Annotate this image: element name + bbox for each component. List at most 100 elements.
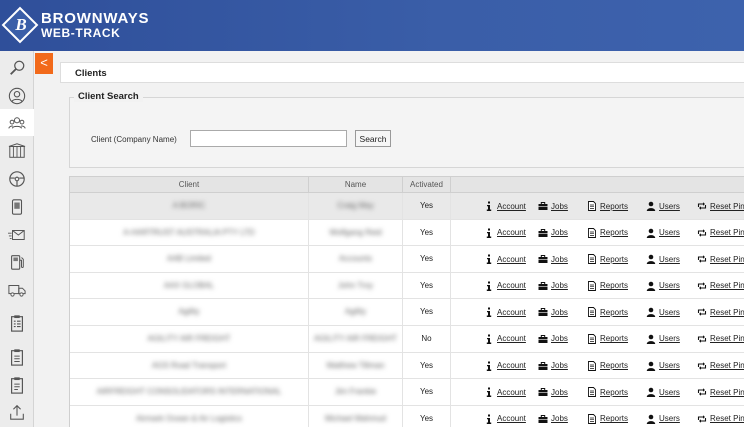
users-link[interactable]: Users <box>659 281 680 290</box>
reports-action[interactable]: Reports <box>587 246 628 272</box>
jobs-link[interactable]: Jobs <box>551 255 568 264</box>
account-action[interactable]: Account <box>484 353 526 379</box>
client-name-input[interactable] <box>190 130 347 147</box>
jobs-action[interactable]: Jobs <box>538 379 568 405</box>
reset-link[interactable]: Reset Pin <box>710 414 744 423</box>
users-action[interactable]: Users <box>646 379 680 405</box>
jobs-link[interactable]: Jobs <box>551 334 568 343</box>
jobs-action[interactable]: Jobs <box>538 220 568 246</box>
reset-action[interactable]: Reset Pin <box>697 193 744 219</box>
users-action[interactable]: Users <box>646 299 680 325</box>
jobs-link[interactable]: Jobs <box>551 388 568 397</box>
users-action[interactable]: Users <box>646 193 680 219</box>
users-link[interactable]: Users <box>659 361 680 370</box>
sidebar-item-clients[interactable] <box>0 109 34 136</box>
table-row[interactable]: AIRFREIGHT CONSOLIDATORS INTERNATIONAL Ji… <box>70 379 744 406</box>
reports-link[interactable]: Reports <box>600 228 628 237</box>
users-link[interactable]: Users <box>659 414 680 423</box>
reset-action[interactable]: Reset Pin <box>697 246 744 272</box>
column-header-client[interactable]: Client <box>70 177 309 193</box>
reset-link[interactable]: Reset Pin <box>710 361 744 370</box>
account-link[interactable]: Account <box>497 281 526 290</box>
reset-link[interactable]: Reset Pin <box>710 308 744 317</box>
users-action[interactable]: Users <box>646 273 680 299</box>
reports-action[interactable]: Reports <box>587 220 628 246</box>
reports-action[interactable]: Reports <box>587 299 628 325</box>
reset-action[interactable]: Reset Pin <box>697 406 744 427</box>
reports-link[interactable]: Reports <box>600 414 628 423</box>
reset-link[interactable]: Reset Pin <box>710 202 744 211</box>
reports-link[interactable]: Reports <box>600 308 628 317</box>
reset-link[interactable]: Reset Pin <box>710 228 744 237</box>
reports-link[interactable]: Reports <box>600 388 628 397</box>
reports-link[interactable]: Reports <box>600 281 628 290</box>
sidebar-item-fuel[interactable] <box>0 248 34 275</box>
jobs-action[interactable]: Jobs <box>538 326 568 352</box>
account-action[interactable]: Account <box>484 273 526 299</box>
account-link[interactable]: Account <box>497 308 526 317</box>
reset-link[interactable]: Reset Pin <box>710 388 744 397</box>
table-row[interactable]: Airmark Ocean & Air Logistics Michael Mah… <box>70 405 744 427</box>
reset-action[interactable]: Reset Pin <box>697 299 744 325</box>
sidebar-item-drivers[interactable] <box>0 165 34 192</box>
jobs-action[interactable]: Jobs <box>538 193 568 219</box>
search-button[interactable]: Search <box>355 130 391 147</box>
sidebar-item-documents[interactable] <box>0 371 34 398</box>
users-link[interactable]: Users <box>659 255 680 264</box>
sidebar-collapse-button[interactable]: < <box>35 53 53 74</box>
jobs-link[interactable]: Jobs <box>551 202 568 211</box>
jobs-link[interactable]: Jobs <box>551 308 568 317</box>
account-link[interactable]: Account <box>497 202 526 211</box>
account-action[interactable]: Account <box>484 379 526 405</box>
reset-action[interactable]: Reset Pin <box>697 220 744 246</box>
users-link[interactable]: Users <box>659 308 680 317</box>
account-action[interactable]: Account <box>484 406 526 427</box>
table-row[interactable]: A BORIC Craig May Yes Account Jobs Reports Use… <box>70 193 744 220</box>
jobs-action[interactable]: Jobs <box>538 353 568 379</box>
users-action[interactable]: Users <box>646 406 680 427</box>
reset-link[interactable]: Reset Pin <box>710 334 744 343</box>
jobs-link[interactable]: Jobs <box>551 361 568 370</box>
jobs-action[interactable]: Jobs <box>538 299 568 325</box>
account-action[interactable]: Account <box>484 246 526 272</box>
reports-action[interactable]: Reports <box>587 273 628 299</box>
reports-action[interactable]: Reports <box>587 326 628 352</box>
users-link[interactable]: Users <box>659 334 680 343</box>
reports-action[interactable]: Reports <box>587 406 628 427</box>
account-link[interactable]: Account <box>497 414 526 423</box>
account-link[interactable]: Account <box>497 361 526 370</box>
users-action[interactable]: Users <box>646 326 680 352</box>
table-row[interactable]: AGS Road Transport Matthew Tillman Yes Acco… <box>70 352 744 380</box>
table-row[interactable]: AGILITY AIR FREIGHT AGILITY AIR FREIGHT No… <box>70 325 744 353</box>
reset-action[interactable]: Reset Pin <box>697 379 744 405</box>
table-row[interactable]: Agility Agility Yes Account Jobs Reports Users… <box>70 299 744 326</box>
account-action[interactable]: Account <box>484 193 526 219</box>
reports-link[interactable]: Reports <box>600 202 628 211</box>
column-header-name[interactable]: Name <box>309 177 403 193</box>
account-link[interactable]: Account <box>497 255 526 264</box>
table-row[interactable]: A-HARTRUST AUSTRALIA PTY LTD Wolfgang Rei… <box>70 219 744 247</box>
reset-action[interactable]: Reset Pin <box>697 353 744 379</box>
jobs-action[interactable]: Jobs <box>538 246 568 272</box>
account-link[interactable]: Account <box>497 334 526 343</box>
reports-action[interactable]: Reports <box>587 353 628 379</box>
sidebar-item-manifests[interactable] <box>0 309 34 336</box>
table-row[interactable]: AAX GLOBAL John Troy Yes Account Jobs Reports… <box>70 272 744 300</box>
account-link[interactable]: Account <box>497 388 526 397</box>
jobs-link[interactable]: Jobs <box>551 281 568 290</box>
reset-link[interactable]: Reset Pin <box>710 281 744 290</box>
reports-action[interactable]: Reports <box>587 379 628 405</box>
sidebar-item-devices[interactable] <box>0 193 34 220</box>
sidebar-item-vehicles[interactable] <box>0 276 34 303</box>
users-action[interactable]: Users <box>646 220 680 246</box>
column-header-activated[interactable]: Activated <box>403 177 451 193</box>
table-row[interactable]: AAB Limited Accounts Yes Account Jobs Reports… <box>70 246 744 273</box>
reports-link[interactable]: Reports <box>600 334 628 343</box>
users-link[interactable]: Users <box>659 228 680 237</box>
users-link[interactable]: Users <box>659 202 680 211</box>
reports-link[interactable]: Reports <box>600 255 628 264</box>
reset-link[interactable]: Reset Pin <box>710 255 744 264</box>
jobs-action[interactable]: Jobs <box>538 273 568 299</box>
account-link[interactable]: Account <box>497 228 526 237</box>
jobs-action[interactable]: Jobs <box>538 406 568 427</box>
